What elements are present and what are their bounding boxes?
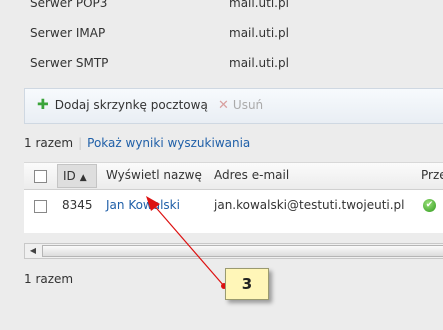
- annotation-arrow: [146, 196, 227, 289]
- annotation-callout: 3: [225, 268, 269, 300]
